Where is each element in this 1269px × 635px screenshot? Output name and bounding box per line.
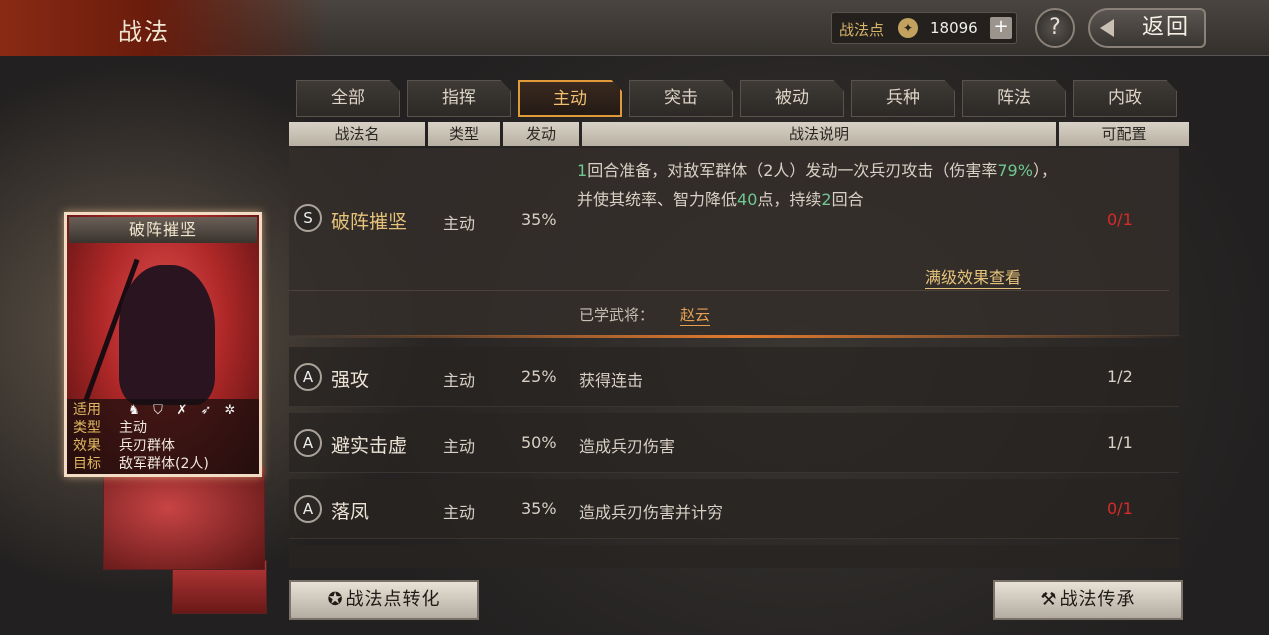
inherit-label: 战法传承 [1059, 589, 1136, 610]
tab-active[interactable]: 主动 [518, 80, 622, 117]
learned-general-link[interactable]: 赵云 [680, 304, 711, 326]
tactic-trigger: 50% [521, 433, 557, 452]
tactic-description: 获得连击 [579, 371, 644, 390]
troop-icons: ♞ ⛉ ✗ ➶ ✲ [125, 403, 239, 419]
card-effect-value: 兵刃群体 [119, 438, 175, 454]
tactic-config: 1/2 [1107, 367, 1133, 386]
page-title: 战法 [118, 18, 170, 46]
tactic-points-box: 战法点 ✦ 18096 + [831, 12, 1017, 44]
convert-points-button[interactable]: ✪ 战法点转化 [289, 580, 479, 620]
column-description: 战法说明 [582, 122, 1056, 146]
desc-num-damage: 79% [997, 161, 1033, 180]
tactic-config: 1/1 [1107, 433, 1133, 452]
help-button[interactable]: ? [1035, 8, 1075, 48]
card-type-label: 类型 [73, 420, 101, 436]
tactic-type: 主动 [443, 437, 476, 456]
desc-num-rounds: 1 [577, 161, 588, 180]
cavalry-icon: ♞ [128, 403, 140, 418]
points-icon: ✪ [327, 589, 344, 610]
card-target-row: 目标 敌军群体(2人) [73, 455, 209, 473]
category-tabs: 全部 指挥 主动 突击 被动 兵种 阵法 内政 [296, 80, 1177, 117]
card-info-panel: 适用 ♞ ⛉ ✗ ➶ ✲ 类型 主动 效果 兵刃群体 目标 敌军群体(2人) [67, 399, 259, 474]
tab-command[interactable]: 指挥 [407, 80, 511, 117]
grade-badge: A [294, 363, 322, 391]
bow-icon: ✗ [176, 403, 188, 418]
max-level-effect-link[interactable]: 满级效果查看 [925, 264, 1022, 289]
desc-text-1: 回合准备，对敌军群体（2人）发动一次兵刃攻击（伤害率 [587, 161, 998, 180]
tab-all[interactable]: 全部 [296, 80, 400, 117]
card-effect-row: 效果 兵刃群体 [73, 437, 175, 455]
card-type-row: 类型 主动 [73, 419, 147, 437]
table-row[interactable]: A 避实击虚 主动 50% 造成兵刃伤害 1/1 [289, 413, 1179, 473]
tactic-name: 强攻 [331, 369, 370, 391]
tab-troop[interactable]: 兵种 [851, 80, 955, 117]
top-bar: 战法 战法点 ✦ 18096 + ? 返回 [0, 0, 1269, 56]
tactic-list[interactable]: S 破阵摧坚 主动 35% 1回合准备，对敌军群体（2人）发动一次兵刃攻击（伤害… [289, 148, 1189, 568]
tactic-trigger: 35% [521, 499, 557, 518]
column-config[interactable]: 可配置 [1059, 122, 1189, 146]
card-fit-row: 适用 ♞ ⛉ ✗ ➶ ✲ [73, 401, 235, 419]
tactic-points-label: 战法点 [839, 21, 885, 39]
tab-internal[interactable]: 内政 [1073, 80, 1177, 117]
card-target-label: 目标 [73, 456, 101, 472]
desc-num-duration: 2 [821, 190, 832, 209]
grade-badge: A [294, 429, 322, 457]
column-name[interactable]: 战法名 [289, 122, 425, 146]
tactic-description: 造成兵刃伤害 [579, 437, 676, 456]
wheel-icon: ✲ [224, 403, 236, 418]
spear-icon: ➶ [200, 403, 212, 418]
tactic-card[interactable]: 破阵摧坚 适用 ♞ ⛉ ✗ ➶ ✲ 类型 主动 效果 兵刃群体 目标 敌军群体(2人) [64, 212, 262, 477]
table-row-selected[interactable]: S 破阵摧坚 主动 35% 1回合准备，对敌军群体（2人）发动一次兵刃攻击（伤害… [289, 148, 1189, 338]
tactic-type: 主动 [443, 214, 476, 233]
card-fit-label: 适用 [73, 402, 101, 418]
tactic-name: 避实击虚 [331, 435, 408, 457]
shield-icon: ⛉ [153, 403, 163, 418]
inherit-tactic-button[interactable]: ⚒ 战法传承 [993, 580, 1183, 620]
back-arrow-icon [1100, 19, 1114, 37]
learned-generals-label: 已学武将： [579, 306, 655, 324]
back-button[interactable]: 返回 [1088, 8, 1206, 48]
tab-assault[interactable]: 突击 [629, 80, 733, 117]
desc-num-reduce: 40 [737, 190, 758, 209]
tactic-points-value: 18096 [930, 19, 978, 37]
table-row[interactable]: A 强攻 主动 25% 获得连击 1/2 [289, 347, 1179, 407]
back-label: 返回 [1141, 15, 1190, 40]
grade-badge: S [294, 204, 322, 232]
tab-passive[interactable]: 被动 [740, 80, 844, 117]
tactic-config: 0/1 [1107, 499, 1133, 518]
tactic-name: 破阵摧坚 [331, 211, 408, 233]
tab-formation[interactable]: 阵法 [962, 80, 1066, 117]
tactic-trigger: 25% [521, 367, 557, 386]
grade-badge: A [294, 495, 322, 523]
card-effect-label: 效果 [73, 438, 101, 454]
card-art-warrior [119, 265, 215, 405]
tactic-type: 主动 [443, 503, 476, 522]
tactic-config: 0/1 [1107, 210, 1133, 229]
convert-label: 战法点转化 [345, 589, 441, 610]
tactic-trigger: 35% [521, 210, 557, 229]
desc-text-4: 回合 [831, 190, 864, 209]
table-row[interactable] [289, 545, 1179, 568]
column-trigger[interactable]: 发动 [503, 122, 579, 146]
tactic-description: 造成兵刃伤害并计穷 [579, 503, 724, 522]
column-type[interactable]: 类型 [428, 122, 500, 146]
tactic-points-icon: ✦ [898, 18, 918, 38]
card-target-value: 敌军群体(2人) [119, 456, 209, 472]
row-divider [289, 290, 1169, 291]
desc-text-3: 点，持续 [757, 190, 822, 209]
tactic-card-stack-middle [103, 466, 265, 570]
hammer-icon: ⚒ [1040, 589, 1058, 610]
tactic-name: 落凤 [331, 501, 370, 523]
card-type-value: 主动 [119, 420, 147, 436]
table-header: 战法名 类型 发动 战法说明 可配置 [289, 122, 1189, 146]
add-points-button[interactable]: + [990, 17, 1012, 39]
tactic-type: 主动 [443, 371, 476, 390]
card-title: 破阵摧坚 [69, 217, 257, 243]
tactic-description: 1回合准备，对敌军群体（2人）发动一次兵刃攻击（伤害率79%），并使其统率、智力… [577, 156, 1057, 214]
table-row[interactable]: A 落凤 主动 35% 造成兵刃伤害并计穷 0/1 [289, 479, 1179, 539]
